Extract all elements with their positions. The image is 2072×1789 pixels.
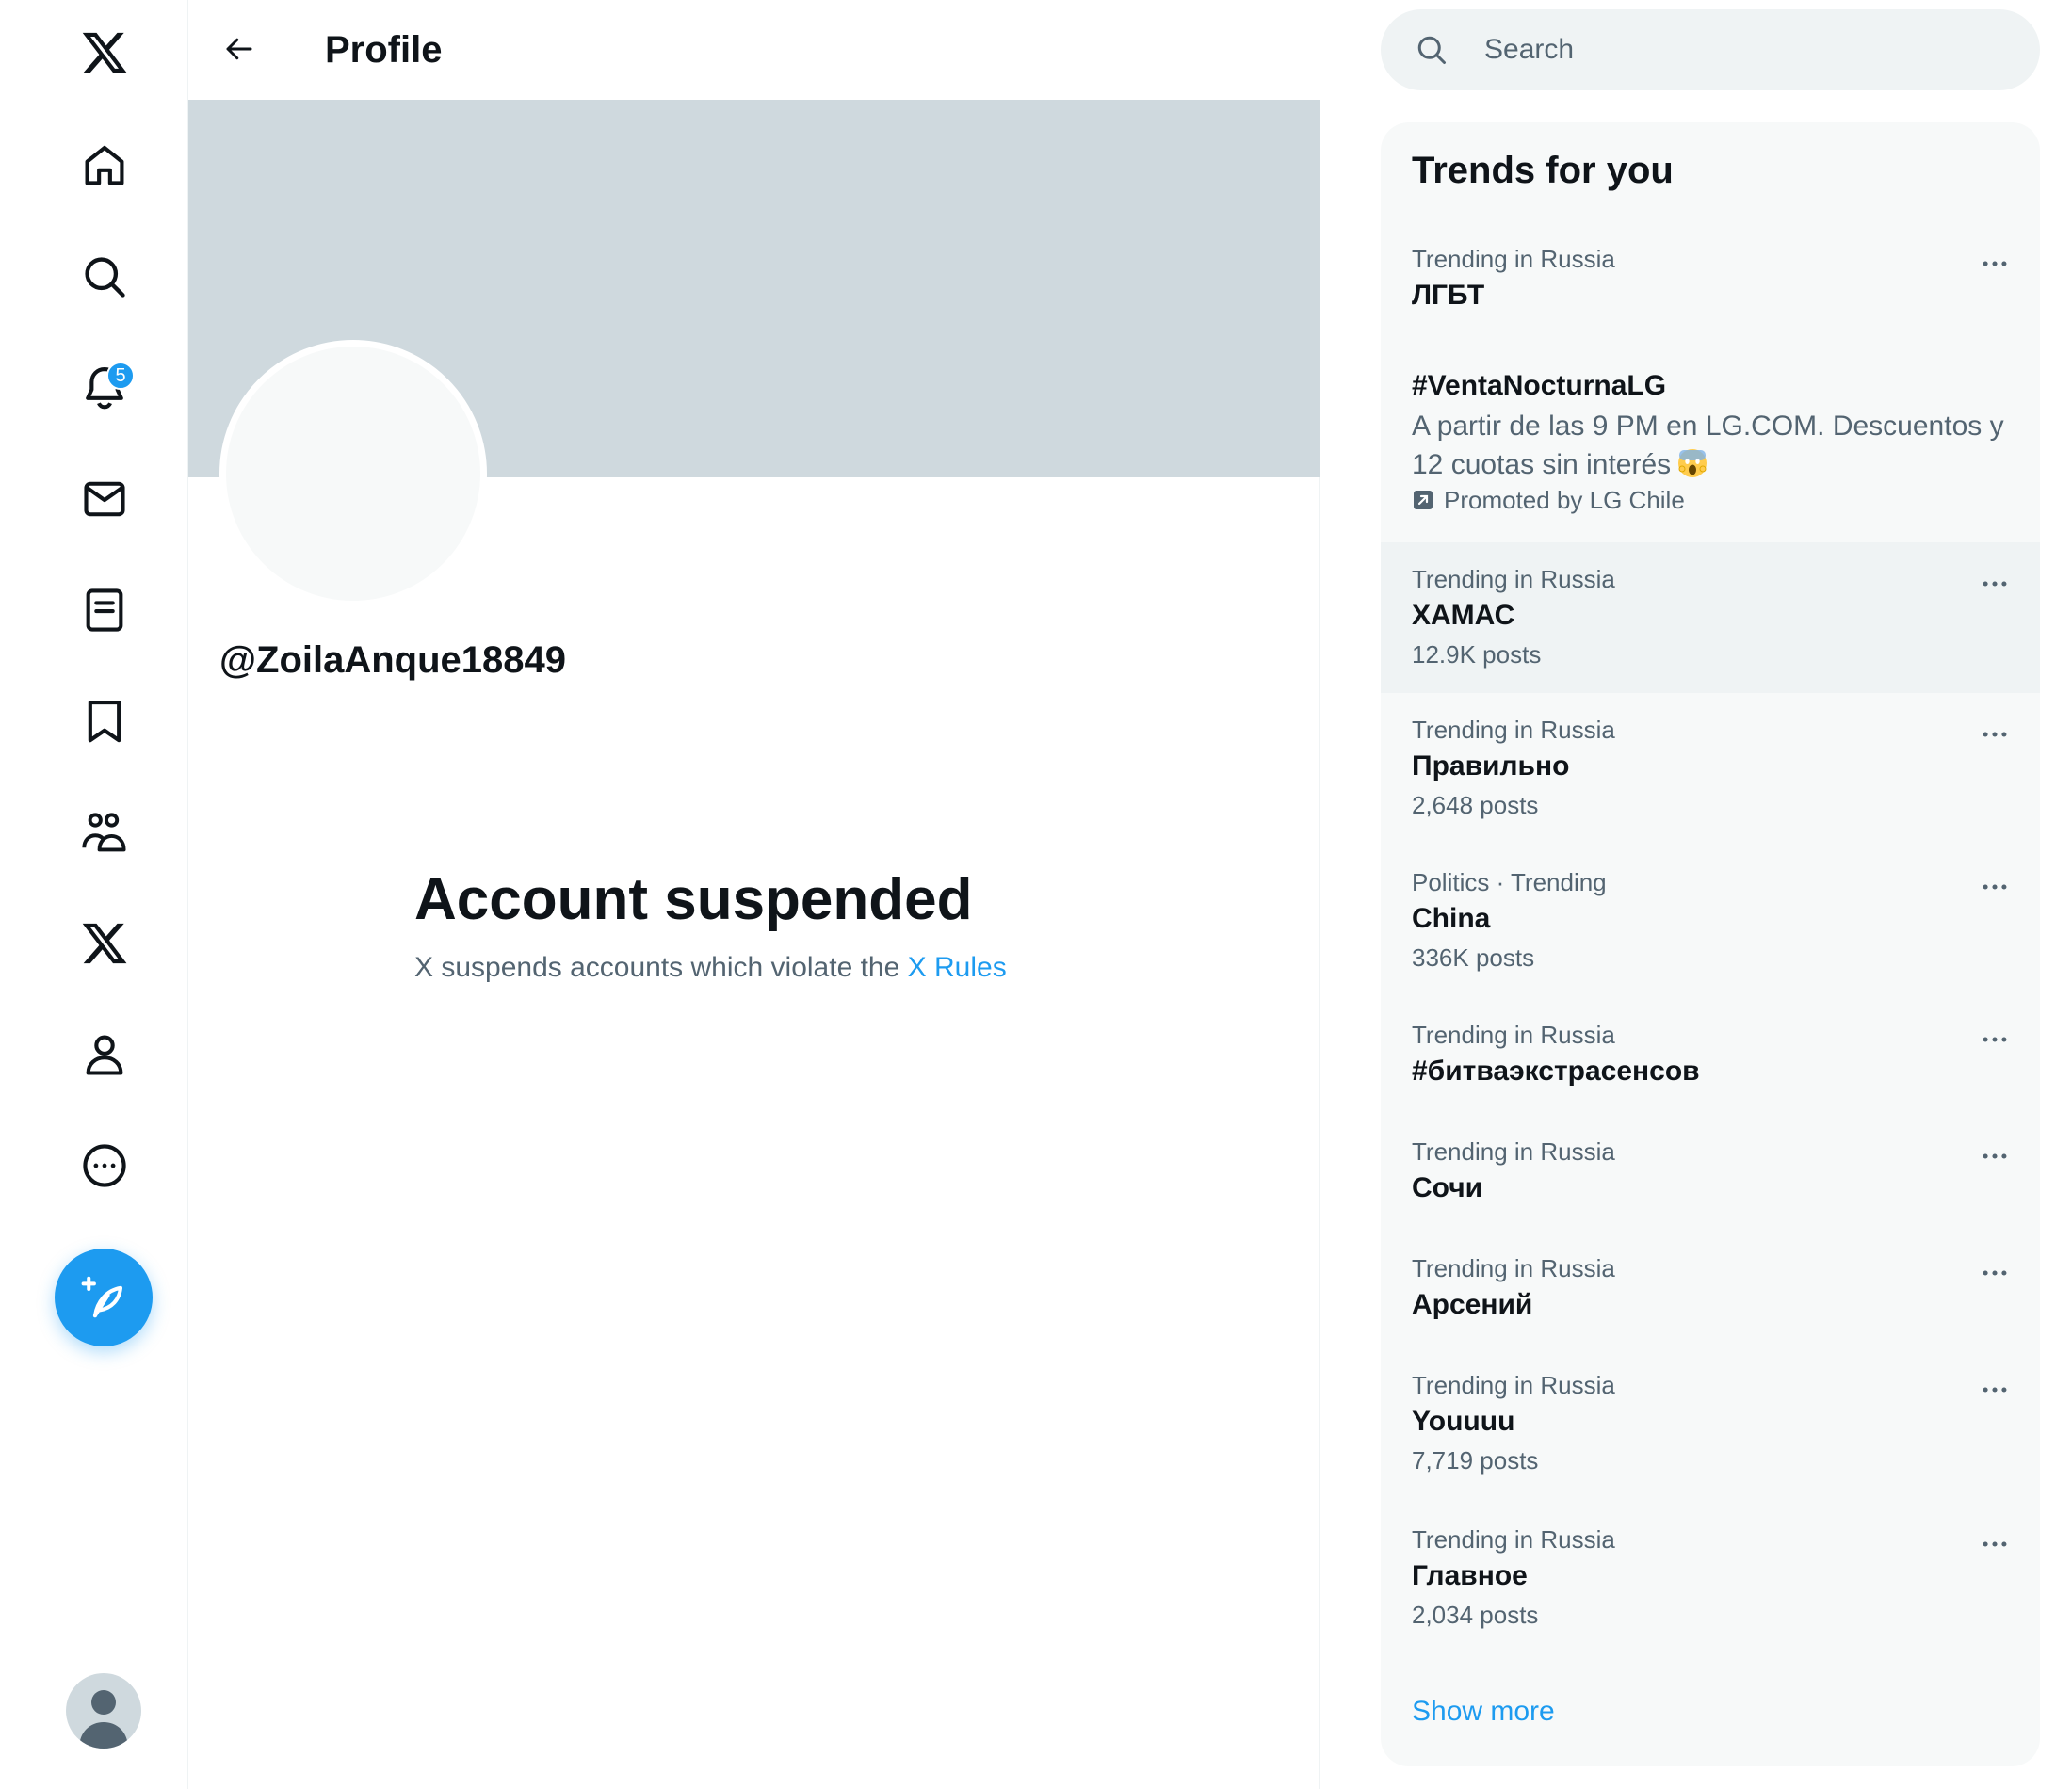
trend-item[interactable]: Trending in Russia ЛГБТ [1381, 222, 2040, 335]
more-options-icon[interactable] [1970, 1520, 2019, 1569]
trend-meta: Trending in Russia [1412, 716, 1615, 744]
mail-icon[interactable] [67, 461, 142, 537]
suspended-message-text: X suspends accounts which violate the [414, 952, 900, 983]
x-premium-icon[interactable] [67, 906, 142, 981]
trend-meta: Trending in Russia [1412, 1021, 1615, 1049]
trend-meta: Trending in Russia [1412, 1254, 1615, 1282]
trend-name: Youuuu [1412, 1406, 1515, 1437]
more-options-icon[interactable] [1970, 1249, 2019, 1297]
home-icon[interactable] [67, 128, 142, 203]
more-options-icon[interactable] [1970, 710, 2019, 759]
trend-name: Главное [1412, 1560, 1528, 1591]
app-root: 5 Profile @ZoilaAnque18849 Account suspe… [0, 0, 2072, 1789]
account-avatar[interactable] [66, 1673, 141, 1749]
trend-meta: Trending in Russia [1412, 1525, 1615, 1554]
arrow-left-icon [226, 38, 252, 60]
trend-meta: Trending in Russia [1412, 565, 1615, 593]
trend-meta: Trending in Russia [1412, 1137, 1615, 1166]
profile-icon[interactable] [67, 1017, 142, 1092]
communities-icon[interactable] [67, 795, 142, 870]
trend-description: A partir de las 9 PM en LG.COM. Descuent… [1412, 407, 2015, 484]
trend-item[interactable]: Trending in Russia ХАМАС 12.9K posts [1381, 542, 2040, 693]
trend-item[interactable]: Trending in Russia Арсений [1381, 1232, 2040, 1348]
main-column: Profile @ZoilaAnque18849 Account suspend… [188, 0, 1320, 1789]
compose-button[interactable] [55, 1249, 153, 1346]
x-logo-icon[interactable] [67, 15, 142, 90]
promoted-text: Promoted by LG Chile [1444, 486, 1685, 514]
left-nav: 5 [0, 0, 188, 1789]
trend-post-count: 336K posts [1412, 943, 1535, 972]
more-options-icon[interactable] [1970, 1015, 2019, 1064]
trend-name: #битваэкстрасенсов [1412, 1056, 1700, 1087]
compose-feather-icon [81, 1276, 123, 1318]
profile-header: Profile [188, 0, 1320, 100]
promoted-icon [1414, 491, 1433, 509]
trend-meta: Trending in Russia [1412, 245, 1615, 273]
scream-emoji-icon [1678, 449, 1708, 477]
more-options-icon[interactable] [1970, 862, 2019, 911]
lists-icon[interactable] [67, 572, 142, 648]
trend-item[interactable]: Trending in Russia Правильно 2,648 posts [1381, 693, 2040, 846]
suspended-message: X suspends accounts which violate the X … [414, 949, 1007, 987]
more-options-icon[interactable] [1970, 1365, 2019, 1414]
more-options-icon[interactable] [1970, 1132, 2019, 1181]
trend-meta: Trending in Russia [1412, 1371, 1615, 1399]
search-input[interactable] [1484, 9, 2012, 90]
x-rules-link[interactable]: X Rules [908, 952, 1007, 983]
bell-icon[interactable]: 5 [67, 350, 142, 426]
trend-name: ХАМАС [1412, 600, 1515, 631]
search-icon [1417, 36, 1446, 64]
search-bar[interactable] [1381, 9, 2040, 90]
trend-post-count: 2,648 posts [1412, 791, 1539, 819]
show-more-link[interactable]: Show more [1412, 1693, 1555, 1731]
promoted-trend-item[interactable]: #VentaNocturnaLG A partir de las 9 PM en… [1381, 354, 2040, 542]
search-icon[interactable] [67, 239, 142, 314]
profile-avatar [219, 340, 487, 607]
trend-item[interactable]: Trending in Russia #битваэкстрасенсов [1381, 998, 2040, 1115]
trend-item[interactable]: Trending in Russia Сочи [1381, 1115, 2040, 1232]
suspended-title: Account suspended [414, 867, 973, 932]
trend-post-count: 12.9K posts [1412, 640, 1542, 669]
trend-name: Сочи [1412, 1172, 1483, 1203]
trend-post-count: 7,719 posts [1412, 1446, 1539, 1475]
more-options-icon[interactable] [1970, 559, 2019, 608]
more-circle-icon[interactable] [67, 1128, 142, 1203]
trends-title: Trends for you [1412, 150, 1674, 191]
more-options-icon[interactable] [1970, 239, 2019, 288]
trend-item[interactable]: Trending in Russia Главное 2,034 posts [1381, 1503, 2040, 1657]
trend-item[interactable]: Politics · Trending China 336K posts [1381, 846, 2040, 998]
trend-name: Правильно [1412, 750, 1570, 782]
trend-post-count: 2,034 posts [1412, 1601, 1539, 1629]
trend-name: #VentaNocturnaLG [1412, 370, 1667, 401]
trend-item[interactable]: Trending in Russia Youuuu 7,719 posts [1381, 1348, 2040, 1503]
page-title: Profile [325, 29, 443, 71]
notifications-badge: 5 [106, 362, 135, 390]
promoted-label: Promoted by LG Chile [1412, 484, 1685, 516]
trends-panel: Trends for you Trending in Russia ЛГБТ #… [1381, 122, 2040, 1766]
trend-name: ЛГБТ [1412, 280, 1485, 311]
trend-meta: Politics · Trending [1412, 868, 1607, 896]
trend-name: Арсений [1412, 1289, 1533, 1320]
trend-name: China [1412, 903, 1491, 934]
profile-handle: @ZoilaAnque18849 [219, 639, 567, 681]
back-button[interactable] [209, 19, 269, 79]
bookmark-icon[interactable] [67, 684, 142, 759]
